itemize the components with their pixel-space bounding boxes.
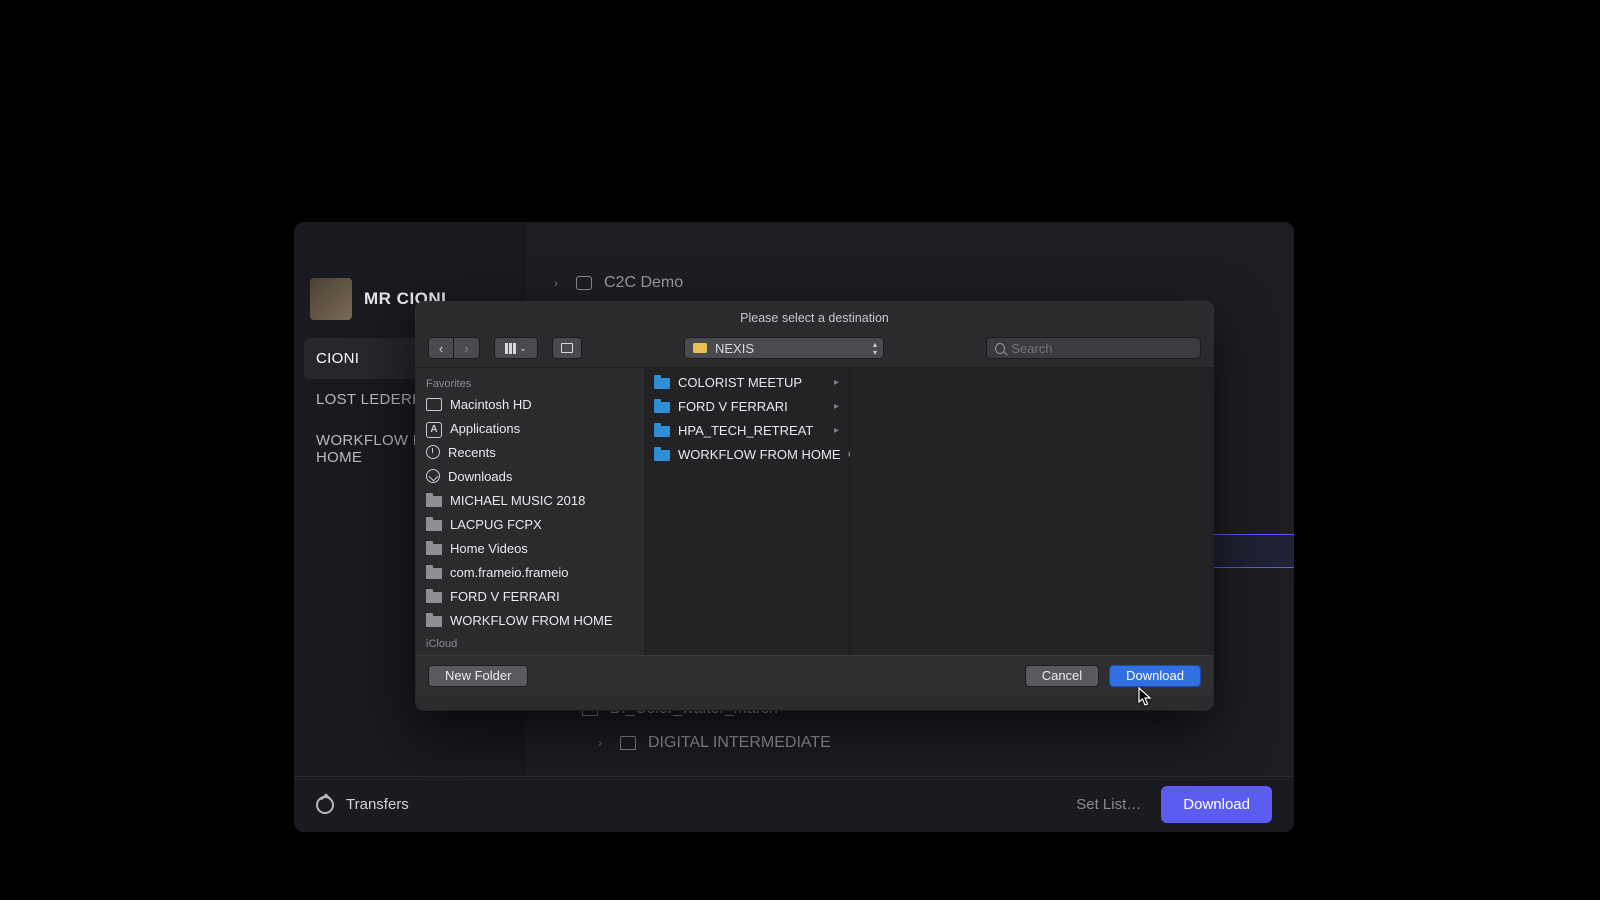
chevron-right-icon: ▸ [834,377,839,388]
chevron-right-icon: ▸ [834,401,839,412]
folder-label: DIGITAL INTERMEDIATE [648,734,831,752]
sheet-title: Please select a destination [416,302,1213,325]
fav-applications[interactable]: Applications [416,416,644,440]
transfers-icon[interactable] [316,796,334,814]
fav-workflow[interactable]: WORKFLOW FROM HOME [416,608,644,632]
fav-label: FORD V FERRARI [450,589,560,604]
sheet-toolbar: ‹ › ⌄ NEXIS ▴▾ [416,325,1213,367]
group-icon [561,343,573,353]
col-label: HPA_TECH_RETREAT [678,423,813,438]
fav-label: Applications [450,421,520,436]
cancel-button[interactable]: Cancel [1025,665,1099,687]
cursor-icon [1138,687,1152,707]
folder-icon [654,378,670,389]
folder-icon [654,450,670,461]
folder-icon [426,520,442,531]
column-browser: COLORIST MEETUP ▸ FORD V FERRARI ▸ HPA_TEC… [644,368,1213,655]
fav-icloud-drive[interactable]: iCloud Drive [416,652,644,655]
nav-buttons: ‹ › [428,337,480,359]
project-icon [576,276,592,290]
column-2 [850,368,1213,655]
fav-downloads[interactable]: Downloads [416,464,644,488]
col-item-workflow[interactable]: WORKFLOW FROM HOME▸ [644,442,849,466]
fav-recents[interactable]: Recents [416,440,644,464]
col-item-hpa-tech[interactable]: HPA_TECH_RETREAT ▸ [644,418,849,442]
fav-label: com.frameio.frameio [450,565,568,580]
bottom-bar: Transfers Set List… Download [294,776,1294,832]
applications-icon [426,422,442,435]
avatar [310,278,352,320]
location-popup[interactable]: NEXIS ▴▾ [684,337,884,359]
col-label: FORD V FERRARI [678,399,788,414]
folder-root[interactable]: › C2C Demo [526,242,1294,304]
folder-icon [426,592,442,603]
fav-label: LACPUG FCPX [450,517,542,532]
forward-button[interactable]: › [454,337,480,359]
search-input[interactable] [1011,341,1192,356]
fav-frameio[interactable]: com.frameio.frameio [416,560,644,584]
chevron-down-icon: ⌄ [519,343,527,354]
search-field[interactable] [986,337,1201,359]
group-button[interactable] [552,337,582,359]
fav-michael-music[interactable]: MICHAEL MUSIC 2018 [416,488,644,512]
chevron-right-icon: ▸ [834,425,839,436]
col-item-ford-v-ferrari[interactable]: FORD V FERRARI ▸ [644,394,849,418]
folder-icon [620,736,636,750]
stepper-icon: ▴▾ [873,341,877,357]
icloud-heading: iCloud [416,632,644,652]
folder-icon [426,496,442,507]
column-1: COLORIST MEETUP ▸ FORD V FERRARI ▸ HPA_TEC… [644,368,850,655]
set-list-button[interactable]: Set List… [1076,796,1141,813]
columns-icon [505,343,516,354]
col-label: WORKFLOW FROM HOME [678,447,841,462]
view-mode-button[interactable]: ⌄ [494,337,538,359]
col-label: COLORIST MEETUP [678,375,802,390]
transfers-label[interactable]: Transfers [346,796,409,813]
folder-icon [654,402,670,413]
hd-icon [426,398,442,411]
sheet-footer: New Folder Cancel Download [416,655,1213,695]
fav-macintosh-hd[interactable]: Macintosh HD [416,392,644,416]
fav-label: Recents [448,445,496,460]
sidebar-favorites: Favorites Macintosh HD Applications Rece… [416,368,644,655]
folder-digital-intermediate[interactable]: › DIGITAL INTERMEDIATE [526,726,1294,760]
chevron-right-icon: › [554,276,564,290]
file-browser: Favorites Macintosh HD Applications Rece… [416,367,1213,655]
chevron-right-icon: › [598,736,608,750]
fav-label: Macintosh HD [450,397,532,412]
fav-label: Downloads [448,469,512,484]
downloads-icon [426,469,440,483]
folder-root-label: C2C Demo [604,274,683,292]
folder-icon [426,568,442,579]
fav-home-videos[interactable]: Home Videos [416,536,644,560]
location-label: NEXIS [715,341,754,356]
fav-lacpug[interactable]: LACPUG FCPX [416,512,644,536]
folder-icon [426,544,442,555]
fav-label: WORKFLOW FROM HOME [450,613,613,628]
new-folder-button[interactable]: New Folder [428,665,528,687]
col-item-colorist-meetup[interactable]: COLORIST MEETUP ▸ [644,370,849,394]
save-sheet: Please select a destination ‹ › ⌄ NEXIS … [416,302,1213,710]
fav-label: Home Videos [450,541,528,556]
favorites-heading: Favorites [416,372,644,392]
folder-icon [654,426,670,437]
fav-ford-v-ferrari[interactable]: FORD V FERRARI [416,584,644,608]
sheet-download-button[interactable]: Download [1109,665,1201,687]
recents-icon [426,445,440,459]
drive-icon [693,343,707,353]
fav-label: MICHAEL MUSIC 2018 [450,493,585,508]
back-button[interactable]: ‹ [428,337,454,359]
download-button[interactable]: Download [1161,786,1272,823]
search-icon [995,343,1005,354]
folder-icon [426,616,442,627]
